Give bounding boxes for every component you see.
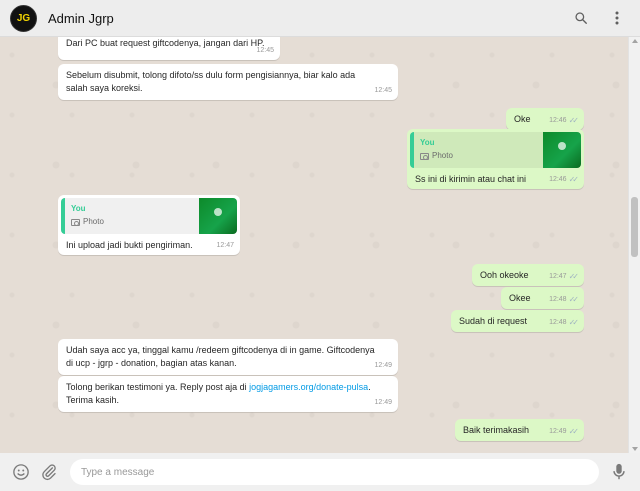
message-incoming[interactable]: Udah saya acc ya, tinggal kamu /redeem g… [58,339,398,375]
double-check-icon: ✓✓ [568,318,580,327]
message-incoming[interactable]: Dari PC buat request giftcodenya, jangan… [58,37,280,60]
message-text: Tolong berikan testimoni ya. Reply post … [66,381,390,407]
quote-author: You [71,204,86,213]
message-time: 12:49 [374,362,392,369]
quote-label: Photo [432,151,453,160]
donate-link[interactable]: jogjagamers.org/donate-pulsa [249,382,368,392]
paperclip-icon[interactable] [38,461,60,483]
menu-dots-icon[interactable] [608,9,626,27]
message-meta: 12:49 ✓✓ [549,425,580,438]
double-check-icon: ✓✓ [568,175,580,184]
message-time: 12:49 [374,399,392,406]
message-meta: 12:48 ✓✓ [549,293,580,306]
message-meta: 12:46 ✓✓ [549,114,580,127]
emoji-icon[interactable] [10,461,32,483]
chat-header: JG Admin Jgrp [0,0,640,37]
message-time: 12:47 [216,242,234,249]
message-time: 12:46 [549,117,567,124]
message-time: 12:45 [256,47,274,54]
message-text-part: Tolong berikan testimoni ya. Reply post … [66,382,250,392]
quoted-message[interactable]: You Photo [61,198,237,234]
microphone-icon[interactable] [608,461,630,483]
message-outgoing[interactable]: Okee 12:48 ✓✓ [501,287,584,309]
message-outgoing[interactable]: Ooh okeoke 12:47 ✓✓ [472,264,584,286]
header-actions [572,9,626,27]
quote-body: You Photo [65,198,199,234]
avatar[interactable]: JG [10,4,37,32]
message-outgoing[interactable]: Oke 12:46 ✓✓ [506,108,584,130]
contact-name[interactable]: Admin Jgrp [48,11,114,26]
camera-icon [420,152,429,160]
scroll-thumb[interactable] [631,197,638,257]
photo-thumbnail[interactable] [199,198,237,234]
message-text: Sebelum disubmit, tolong difoto/ss dulu … [66,70,356,93]
search-icon[interactable] [572,9,590,27]
message-outgoing[interactable]: You Photo Ss ini di kirimin atau chat in… [407,129,584,189]
message-time: 12:48 [549,319,567,326]
message-time: 12:45 [374,87,392,94]
avatar-text: JG [16,12,31,24]
quoted-message[interactable]: You Photo [410,132,581,168]
message-meta: 12:47 ✓✓ [549,270,580,283]
quote-type: Photo [420,150,537,162]
message-time: 12:48 [549,296,567,303]
message-meta: 12:49 [374,396,392,409]
photo-thumbnail[interactable] [543,132,581,168]
message-meta: 12:48 ✓✓ [549,316,580,329]
camera-icon [71,218,80,226]
message-time: 12:46 [549,176,567,183]
message-meta: 12:49 [374,359,392,372]
message-meta: 12:47 [216,239,234,252]
double-check-icon: ✓✓ [568,116,580,125]
message-incoming[interactable]: Sebelum disubmit, tolong difoto/ss dulu … [58,64,398,100]
double-check-icon: ✓✓ [568,272,580,281]
double-check-icon: ✓✓ [568,427,580,436]
message-text: Ini upload jadi bukti pengiriman. [66,240,193,250]
scroll-up-arrow-icon[interactable] [632,39,638,43]
message-text: Udah saya acc ya, tinggal kamu /redeem g… [66,345,375,368]
message-time: 12:47 [549,273,567,280]
message-meta: 12:45 [374,84,392,97]
chat-scrollbar[interactable] [628,37,640,453]
message-text: Dari PC buat request giftcodenya, jangan… [66,38,265,48]
quote-label: Photo [83,217,104,226]
message-time: 12:49 [549,428,567,435]
message-input[interactable] [69,459,600,485]
quote-type: Photo [71,216,193,228]
message-outgoing[interactable]: Sudah di request 12:48 ✓✓ [451,310,584,332]
message-composer [0,453,640,491]
message-outgoing[interactable]: Baik terimakasih 12:49 ✓✓ [455,419,584,441]
quote-author: You [420,138,435,147]
quote-body: You Photo [414,132,543,168]
scroll-down-arrow-icon[interactable] [632,447,638,451]
message-incoming[interactable]: Tolong berikan testimoni ya. Reply post … [58,376,398,412]
double-check-icon: ✓✓ [568,295,580,304]
message-list[interactable]: Dari PC buat request giftcodenya, jangan… [0,37,628,453]
message-meta: 12:45 [256,44,274,57]
message-meta: 12:46 ✓✓ [549,173,580,186]
message-incoming[interactable]: You Photo Ini upload jadi bukti pengirim… [58,195,240,255]
